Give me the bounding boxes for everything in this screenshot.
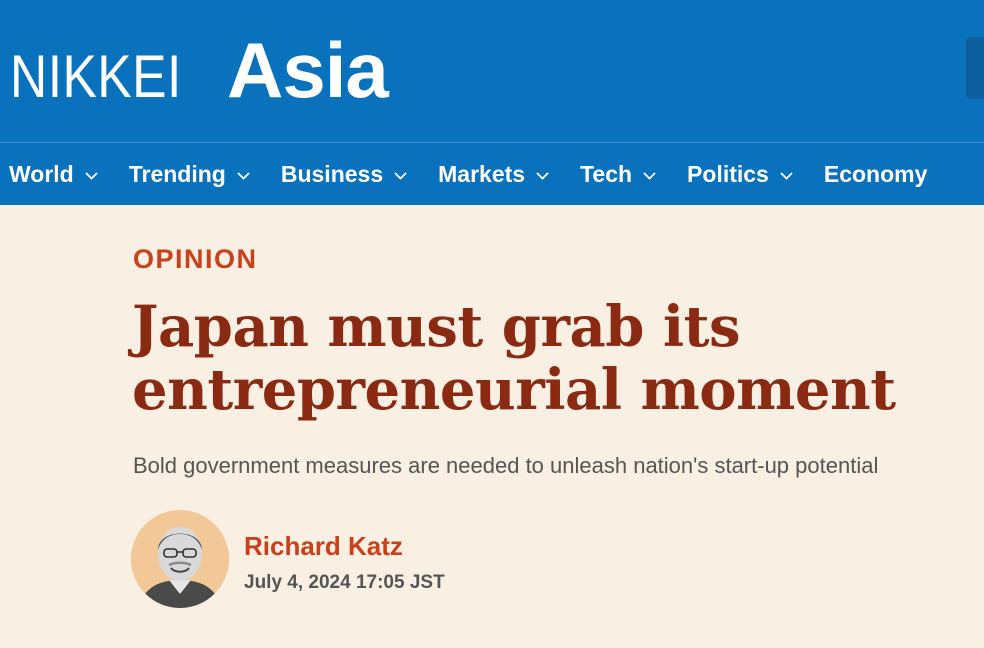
author-avatar[interactable] [131, 510, 229, 608]
nav-item-label: Tech [580, 160, 633, 187]
chevron-down-icon [393, 168, 408, 183]
article-headline: Japan must grab its entrepreneurial mome… [132, 294, 896, 423]
article-standfirst: Bold government measures are needed to u… [133, 453, 879, 478]
chevron-down-icon [779, 168, 794, 183]
nav-item-label: Trending [128, 160, 226, 187]
nav-item-world[interactable]: World [9, 161, 99, 188]
nav-item-business[interactable]: Business [281, 161, 408, 188]
article-timestamp: July 4, 2024 17:05 JST [244, 572, 445, 593]
header-search-box-edge[interactable] [966, 37, 984, 99]
nav-item-trending[interactable]: Trending [129, 161, 251, 188]
article-kicker[interactable]: OPINION [133, 244, 258, 275]
main-nav: World Trending Business Markets Tech Pol… [0, 143, 927, 205]
chevron-down-icon [84, 168, 99, 183]
nav-item-politics[interactable]: Politics [687, 161, 794, 188]
nav-item-label: Economy [823, 160, 928, 187]
nav-item-label: Markets [438, 160, 526, 187]
nav-item-label: Politics [687, 160, 769, 187]
chevron-down-icon [236, 168, 251, 183]
nav-item-markets[interactable]: Markets [438, 161, 550, 188]
nav-item-label: World [9, 160, 74, 187]
chevron-down-icon [535, 168, 550, 183]
nav-item-label: Business [280, 160, 384, 187]
author-name-link[interactable]: Richard Katz [244, 531, 403, 562]
nav-item-economy[interactable]: Economy [824, 161, 928, 188]
logo-nikkei-text: NIKKEI [10, 43, 182, 110]
nav-item-tech[interactable]: Tech [580, 161, 657, 188]
author-portrait-image [131, 510, 229, 608]
logo-asia-text: Asia [227, 26, 389, 114]
site-logo[interactable]: NIKKEI Asia [10, 26, 389, 114]
chevron-down-icon [642, 168, 657, 183]
